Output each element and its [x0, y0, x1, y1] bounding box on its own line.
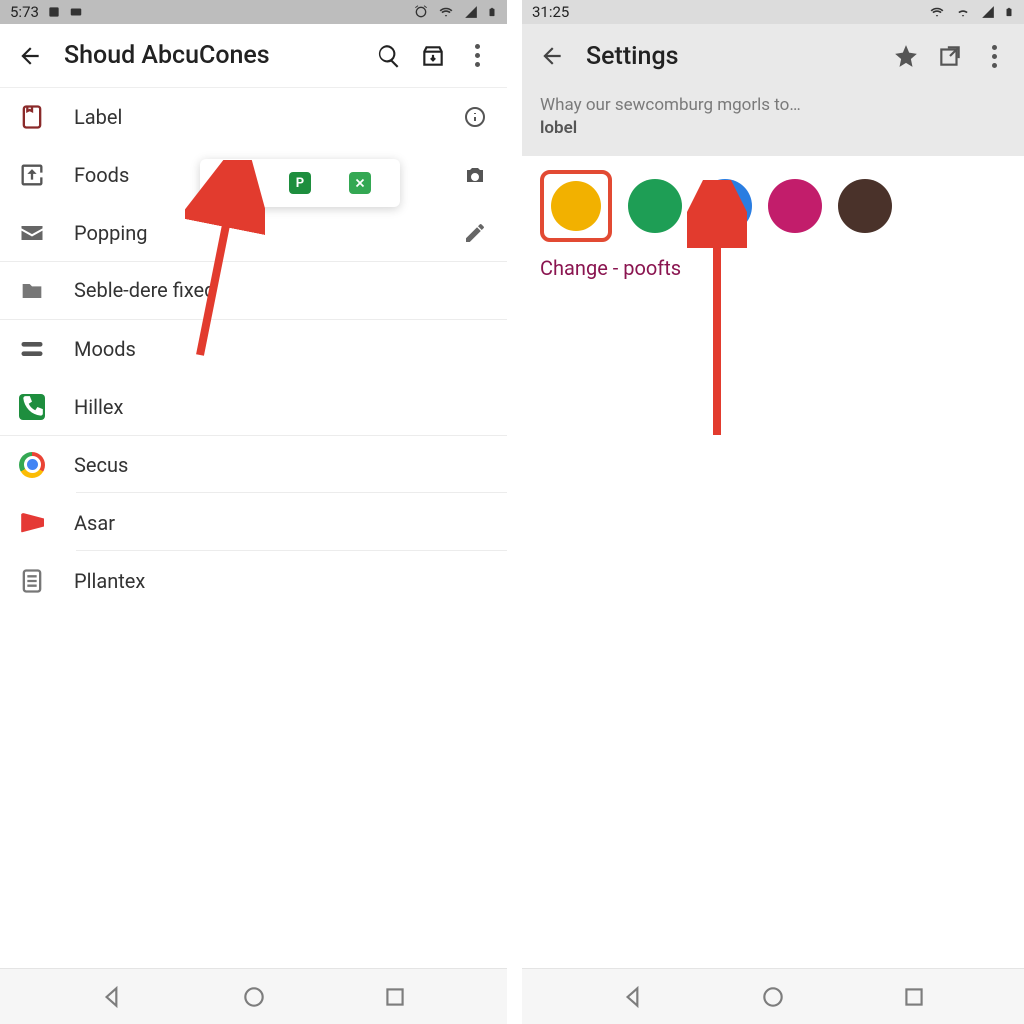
list-item-label[interactable]: Label	[0, 88, 507, 146]
settings-subheader: Whay our sewcomburg mgorls to… lobel	[522, 88, 1024, 156]
alarm-icon	[413, 4, 429, 20]
wifi-icon	[928, 5, 946, 19]
page-title: Shoud AbcuCones	[64, 41, 367, 70]
star-button[interactable]	[884, 34, 928, 78]
subheader-line2: lobel	[540, 117, 1006, 140]
arrow-back-icon	[17, 43, 43, 69]
info-icon-trailing[interactable]	[461, 103, 489, 131]
nav-home[interactable]	[743, 977, 803, 1017]
list-item-popping[interactable]: Popping	[0, 204, 507, 262]
swatch-selected-frame	[540, 170, 612, 242]
nav-recents[interactable]	[884, 977, 944, 1017]
back-button[interactable]	[8, 34, 52, 78]
nav-bar	[0, 968, 507, 1024]
status-bar: 5:73	[0, 0, 507, 24]
back-button[interactable]	[530, 34, 574, 78]
info-circle-icon	[463, 105, 487, 129]
overflow-button[interactable]	[455, 34, 499, 78]
list-item-label-text: Pllantex	[74, 569, 489, 593]
label-outline-icon	[18, 103, 46, 131]
open-external-button[interactable]	[928, 34, 972, 78]
status-bar: 31:25	[522, 0, 1024, 24]
list-item-label-text: Asar	[74, 511, 489, 535]
page-title: Settings	[586, 42, 884, 71]
app-bar: Settings	[522, 24, 1024, 88]
list-item-hillex[interactable]: Hillex	[0, 378, 507, 436]
signal-icon	[980, 5, 996, 19]
nav-recents[interactable]	[365, 977, 425, 1017]
wifi-icon	[437, 5, 455, 19]
nav-bar	[522, 968, 1024, 1024]
mail-outline-icon	[18, 219, 46, 247]
archive-outline-icon	[420, 43, 446, 69]
screen-left: 5:73 Shoud AbcuCones	[0, 0, 507, 1024]
more-vert-icon	[475, 44, 480, 67]
more-vert-icon	[992, 45, 997, 68]
popup-chip-red[interactable]	[229, 172, 251, 194]
foods-action-popup: P	[200, 159, 400, 207]
list-item-label-text: Hillex	[74, 395, 489, 419]
list-item-seble[interactable]: Seble-dere fixed	[0, 262, 507, 320]
list-item-pllantex[interactable]: Pllantex	[0, 552, 507, 610]
list-item-label-text: Secus	[74, 453, 489, 477]
screen-right: 31:25 Settings	[522, 0, 1024, 1024]
arrow-back-icon	[539, 43, 565, 69]
wifi-icon	[954, 5, 972, 19]
color-swatch-brown[interactable]	[838, 179, 892, 233]
status-minor-icon	[47, 5, 61, 19]
popup-chip-green-p[interactable]: P	[289, 172, 311, 194]
nav-back[interactable]	[82, 977, 142, 1017]
play-app-icon	[20, 513, 44, 533]
color-swatch-magenta[interactable]	[768, 179, 822, 233]
battery-icon	[487, 4, 497, 20]
color-swatch-green[interactable]	[628, 179, 682, 233]
edit-icon-trailing[interactable]	[461, 219, 489, 247]
popup-chip-green-x[interactable]	[349, 172, 371, 194]
battery-icon	[1004, 4, 1014, 20]
overflow-button[interactable]	[972, 34, 1016, 78]
color-swatch-yellow[interactable]	[551, 181, 601, 231]
open-in-new-icon	[937, 43, 963, 69]
list-item-secus[interactable]: Secus	[0, 436, 507, 494]
camera-outline-icon	[463, 163, 487, 187]
status-minor-icon	[69, 5, 83, 19]
list-item-label-text: Popping	[74, 221, 461, 245]
change-caption: Change - poofts	[522, 250, 1024, 286]
toggles-icon	[18, 335, 46, 363]
search-button[interactable]	[367, 34, 411, 78]
folder-icon	[18, 277, 46, 305]
subheader-line1: Whay our sewcomburg mgorls to…	[540, 94, 1006, 117]
camera-icon-trailing[interactable]	[461, 161, 489, 189]
list-item-label-text: Label	[74, 105, 461, 129]
archive-button[interactable]	[411, 34, 455, 78]
nav-home[interactable]	[224, 977, 284, 1017]
pencil-icon	[463, 221, 487, 245]
phone-app-icon	[19, 394, 45, 420]
nav-back[interactable]	[603, 977, 663, 1017]
search-icon	[376, 43, 402, 69]
list-item-asar[interactable]: Asar	[0, 494, 507, 552]
status-time: 31:25	[532, 3, 569, 21]
chrome-app-icon	[19, 452, 45, 478]
list-item-label-text: Moods	[74, 337, 489, 361]
star-icon	[893, 43, 919, 69]
list-item-label-text: Seble-dere fixed	[74, 269, 489, 312]
color-swatch-blue[interactable]	[698, 179, 752, 233]
document-icon	[18, 567, 46, 595]
app-bar: Shoud AbcuCones	[0, 24, 507, 88]
list-item-moods[interactable]: Moods	[0, 320, 507, 378]
signal-icon	[463, 5, 479, 19]
color-swatches	[522, 156, 1024, 250]
status-minor-icon	[577, 5, 591, 19]
download-box-icon	[18, 161, 46, 189]
status-time: 5:73	[10, 3, 39, 21]
